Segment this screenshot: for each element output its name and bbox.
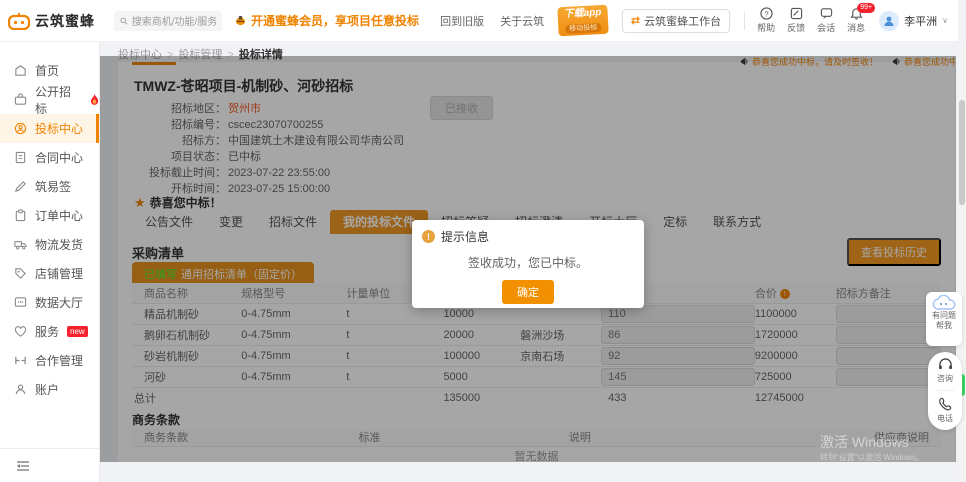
bee-icon: [234, 15, 247, 26]
sidebar-item-esign[interactable]: 筑易签: [0, 172, 99, 201]
feedback-label: 反馈: [787, 21, 805, 34]
heart-icon: [14, 325, 27, 338]
headset-icon[interactable]: [938, 358, 953, 371]
download-app-sublabel: 移动投标: [565, 23, 601, 34]
download-app-badge[interactable]: 下载app 移动投标: [557, 5, 608, 37]
bid-badge-icon: [14, 122, 27, 135]
document-icon: [14, 151, 27, 164]
help-label: 帮助: [757, 21, 775, 34]
chat-icon: [820, 7, 833, 20]
sidebar-item-home[interactable]: 首页: [0, 56, 99, 85]
new-badge: new: [67, 326, 88, 337]
handshake-icon: [14, 354, 27, 367]
logo-robot-icon: [8, 12, 30, 30]
info-icon: !: [422, 230, 435, 243]
link-about[interactable]: 关于云筑: [500, 13, 544, 29]
sidebar-item-shop-management[interactable]: 店铺管理: [0, 259, 99, 288]
home-icon: [14, 64, 27, 77]
assistant-label-line1: 有问题: [932, 311, 956, 321]
download-app-label: 下载app: [564, 7, 602, 20]
modal-header: ! 提示信息: [422, 228, 634, 245]
logo[interactable]: 云筑蜜蜂: [0, 11, 100, 31]
header-divider: [744, 12, 745, 30]
confirm-button[interactable]: 确定: [502, 280, 554, 304]
briefcase-icon: [14, 93, 27, 106]
chat-label: 会话: [817, 21, 835, 34]
phone-label[interactable]: 电话: [937, 413, 953, 424]
help-icon: ?: [760, 7, 773, 20]
user-icon: [883, 15, 895, 27]
clipboard-icon: [14, 209, 27, 222]
avatar: [879, 11, 899, 31]
consult-label[interactable]: 咨询: [937, 373, 953, 384]
member-promo-link[interactable]: 开通蜜蜂会员，享项目任意投标: [234, 12, 419, 29]
truck-icon: [14, 238, 27, 251]
app-window: 云筑蜜蜂 搜索商机/功能/服务/帮助 开通蜜蜂会员，享项目任意投标 回到旧版 关…: [0, 0, 966, 482]
member-promo-text: 开通蜜蜂会员，享项目任意投标: [251, 12, 419, 29]
sidebar-item-data-hall[interactable]: 数据大厅: [0, 288, 99, 317]
search-placeholder: 搜索商机/功能/服务/帮助: [132, 13, 216, 28]
user-menu[interactable]: 李平洲 ∨: [879, 11, 948, 31]
search-input[interactable]: 搜索商机/功能/服务/帮助: [114, 11, 222, 31]
messages-label: 消息: [847, 21, 865, 34]
sidebar-item-bidding-center[interactable]: 投标中心: [0, 114, 99, 143]
chat-button[interactable]: 会话: [811, 7, 841, 34]
phone-icon[interactable]: [938, 397, 952, 411]
modal-message: 签收成功，您已中标。: [422, 254, 634, 271]
collapse-icon: [16, 460, 30, 472]
svg-text:?: ?: [764, 9, 768, 18]
assistant-widget[interactable]: 有问题 帮我: [926, 292, 962, 346]
shop-tag-icon: [14, 267, 27, 280]
sidebar-item-order-center[interactable]: 订单中心: [0, 201, 99, 230]
search-icon: [120, 16, 128, 26]
sidebar-item-contract-center[interactable]: 合同中心: [0, 143, 99, 172]
pill-divider: [936, 390, 954, 391]
flame-icon: [90, 94, 99, 105]
pen-icon: [14, 180, 27, 193]
sidebar-item-services[interactable]: 服务 new: [0, 317, 99, 346]
feedback-icon: [790, 7, 803, 20]
sidebar-item-logistics[interactable]: 物流发货: [0, 230, 99, 259]
top-header: 云筑蜜蜂 搜索商机/功能/服务/帮助 开通蜜蜂会员，享项目任意投标 回到旧版 关…: [0, 0, 958, 42]
sidebar-item-public-bidding[interactable]: 公开招标: [0, 85, 99, 114]
help-button[interactable]: ? 帮助: [751, 7, 781, 34]
sidebar-collapse-button[interactable]: [0, 448, 99, 482]
contact-widget: 咨询 电话: [928, 352, 962, 430]
messages-button[interactable]: 消息 99+: [841, 7, 871, 34]
modal-title: 提示信息: [441, 228, 489, 245]
user-name: 李平洲: [904, 13, 937, 29]
scrollbar-thumb[interactable]: [959, 100, 965, 205]
workbench-button[interactable]: ⇄ 云筑蜜蜂工作台: [622, 9, 730, 33]
feedback-button[interactable]: 反馈: [781, 7, 811, 34]
sidebar-item-account[interactable]: 账户: [0, 375, 99, 404]
account-user-icon: [14, 383, 27, 396]
messages-count-badge: 99+: [857, 3, 875, 13]
sidebar: 首页 公开招标 投标中心 合同中心 筑易签 订单中心 物流发货: [0, 42, 100, 482]
sidebar-item-cooperation[interactable]: 合作管理: [0, 346, 99, 375]
assistant-label-line2: 帮我: [936, 321, 952, 331]
message-modal: ! 提示信息 签收成功，您已中标。 确定: [412, 220, 644, 308]
cloud-mascot-icon: [931, 295, 957, 311]
chevron-down-icon: ∨: [942, 16, 948, 25]
link-old-version[interactable]: 回到旧版: [440, 13, 484, 29]
switch-icon: ⇄: [631, 14, 640, 27]
workbench-label: 云筑蜜蜂工作台: [644, 13, 721, 29]
data-chart-icon: [14, 296, 27, 309]
logo-text: 云筑蜜蜂: [35, 11, 95, 31]
